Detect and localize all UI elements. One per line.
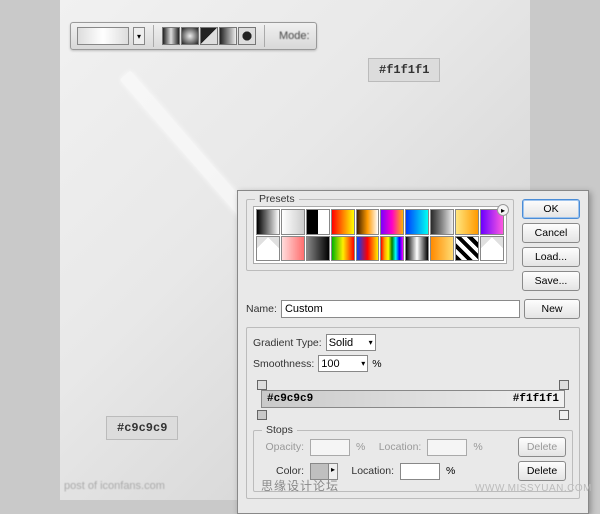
preset-swatch[interactable] — [430, 209, 454, 235]
preset-swatch[interactable] — [306, 209, 330, 235]
name-label: Name: — [246, 303, 277, 315]
opacity-location-input — [427, 439, 467, 456]
preset-swatch[interactable] — [281, 236, 305, 262]
opacity-stop-left[interactable] — [257, 380, 267, 390]
gradient-type-select[interactable]: Solid — [326, 334, 376, 351]
gradient-definition-group: Gradient Type: Solid Smoothness: 100 % #… — [246, 327, 580, 499]
url-watermark: WWW.MISSYUAN.COM — [475, 483, 592, 494]
stops-title: Stops — [262, 424, 297, 436]
preset-swatch[interactable] — [356, 236, 380, 262]
preset-swatch[interactable] — [356, 209, 380, 235]
gradient-toolbar: ▾ Mode: — [70, 22, 317, 50]
preset-swatch[interactable] — [380, 209, 404, 235]
diamond-gradient-button[interactable] — [238, 27, 256, 45]
left-stop-hex: #c9c9c9 — [267, 393, 313, 405]
linear-gradient-button[interactable] — [162, 27, 180, 45]
smoothness-label: Smoothness: — [253, 358, 314, 370]
preset-swatch[interactable] — [430, 236, 454, 262]
save-button[interactable]: Save... — [522, 271, 580, 291]
ok-button[interactable]: OK — [522, 199, 580, 219]
percent-label: % — [372, 358, 381, 370]
opacity-label: Opacity: — [260, 441, 304, 453]
preset-swatch[interactable] — [455, 209, 479, 235]
color-label: Color: — [260, 465, 304, 477]
preset-swatch[interactable] — [306, 236, 330, 262]
preset-swatch[interactable] — [256, 209, 280, 235]
name-input[interactable] — [281, 300, 520, 318]
angle-gradient-button[interactable] — [200, 27, 218, 45]
mode-label: Mode: — [279, 30, 310, 42]
presets-title: Presets — [255, 193, 299, 205]
right-stop-hex: #f1f1f1 — [513, 393, 559, 405]
preset-swatch[interactable] — [405, 209, 429, 235]
smoothness-input[interactable]: 100 — [318, 355, 368, 372]
opacity-location-label: Location: — [377, 441, 421, 453]
gradient-bar[interactable]: #c9c9c9 #f1f1f1 — [253, 380, 573, 420]
preset-swatch[interactable] — [256, 236, 280, 262]
color-location-label: Location: — [350, 465, 394, 477]
gradient-type-buttons — [162, 27, 256, 45]
color-tag-top: #f1f1f1 — [368, 58, 440, 82]
preset-swatch[interactable] — [331, 209, 355, 235]
separator — [264, 25, 265, 47]
load-button[interactable]: Load... — [522, 247, 580, 267]
reflected-gradient-button[interactable] — [219, 27, 237, 45]
preset-swatch[interactable] — [331, 236, 355, 262]
separator — [153, 25, 154, 47]
gradient-editor-dialog: Presets ▸ OK Cancel Load... Save... Name… — [237, 190, 589, 514]
gradient-picker[interactable] — [77, 27, 129, 45]
new-button[interactable]: New — [524, 299, 580, 319]
preset-swatch[interactable] — [380, 236, 404, 262]
opacity-input — [310, 439, 350, 456]
radial-gradient-button[interactable] — [181, 27, 199, 45]
preset-swatch[interactable] — [281, 209, 305, 235]
preset-swatch[interactable] — [480, 236, 504, 262]
opacity-delete-button: Delete — [518, 437, 566, 457]
color-stop-left[interactable] — [257, 410, 267, 420]
presets-grid — [253, 206, 507, 264]
gradient-picker-dropdown[interactable]: ▾ — [133, 27, 145, 45]
opacity-stop-right[interactable] — [559, 380, 569, 390]
presets-group: Presets ▸ — [246, 199, 514, 271]
presets-menu-icon[interactable]: ▸ — [497, 204, 509, 216]
color-stop-right[interactable] — [559, 410, 569, 420]
cancel-button[interactable]: Cancel — [522, 223, 580, 243]
preset-swatch[interactable] — [405, 236, 429, 262]
preset-swatch[interactable] — [455, 236, 479, 262]
color-tag-bottom: #c9c9c9 — [106, 416, 178, 440]
gradient-type-label: Gradient Type: — [253, 337, 322, 349]
